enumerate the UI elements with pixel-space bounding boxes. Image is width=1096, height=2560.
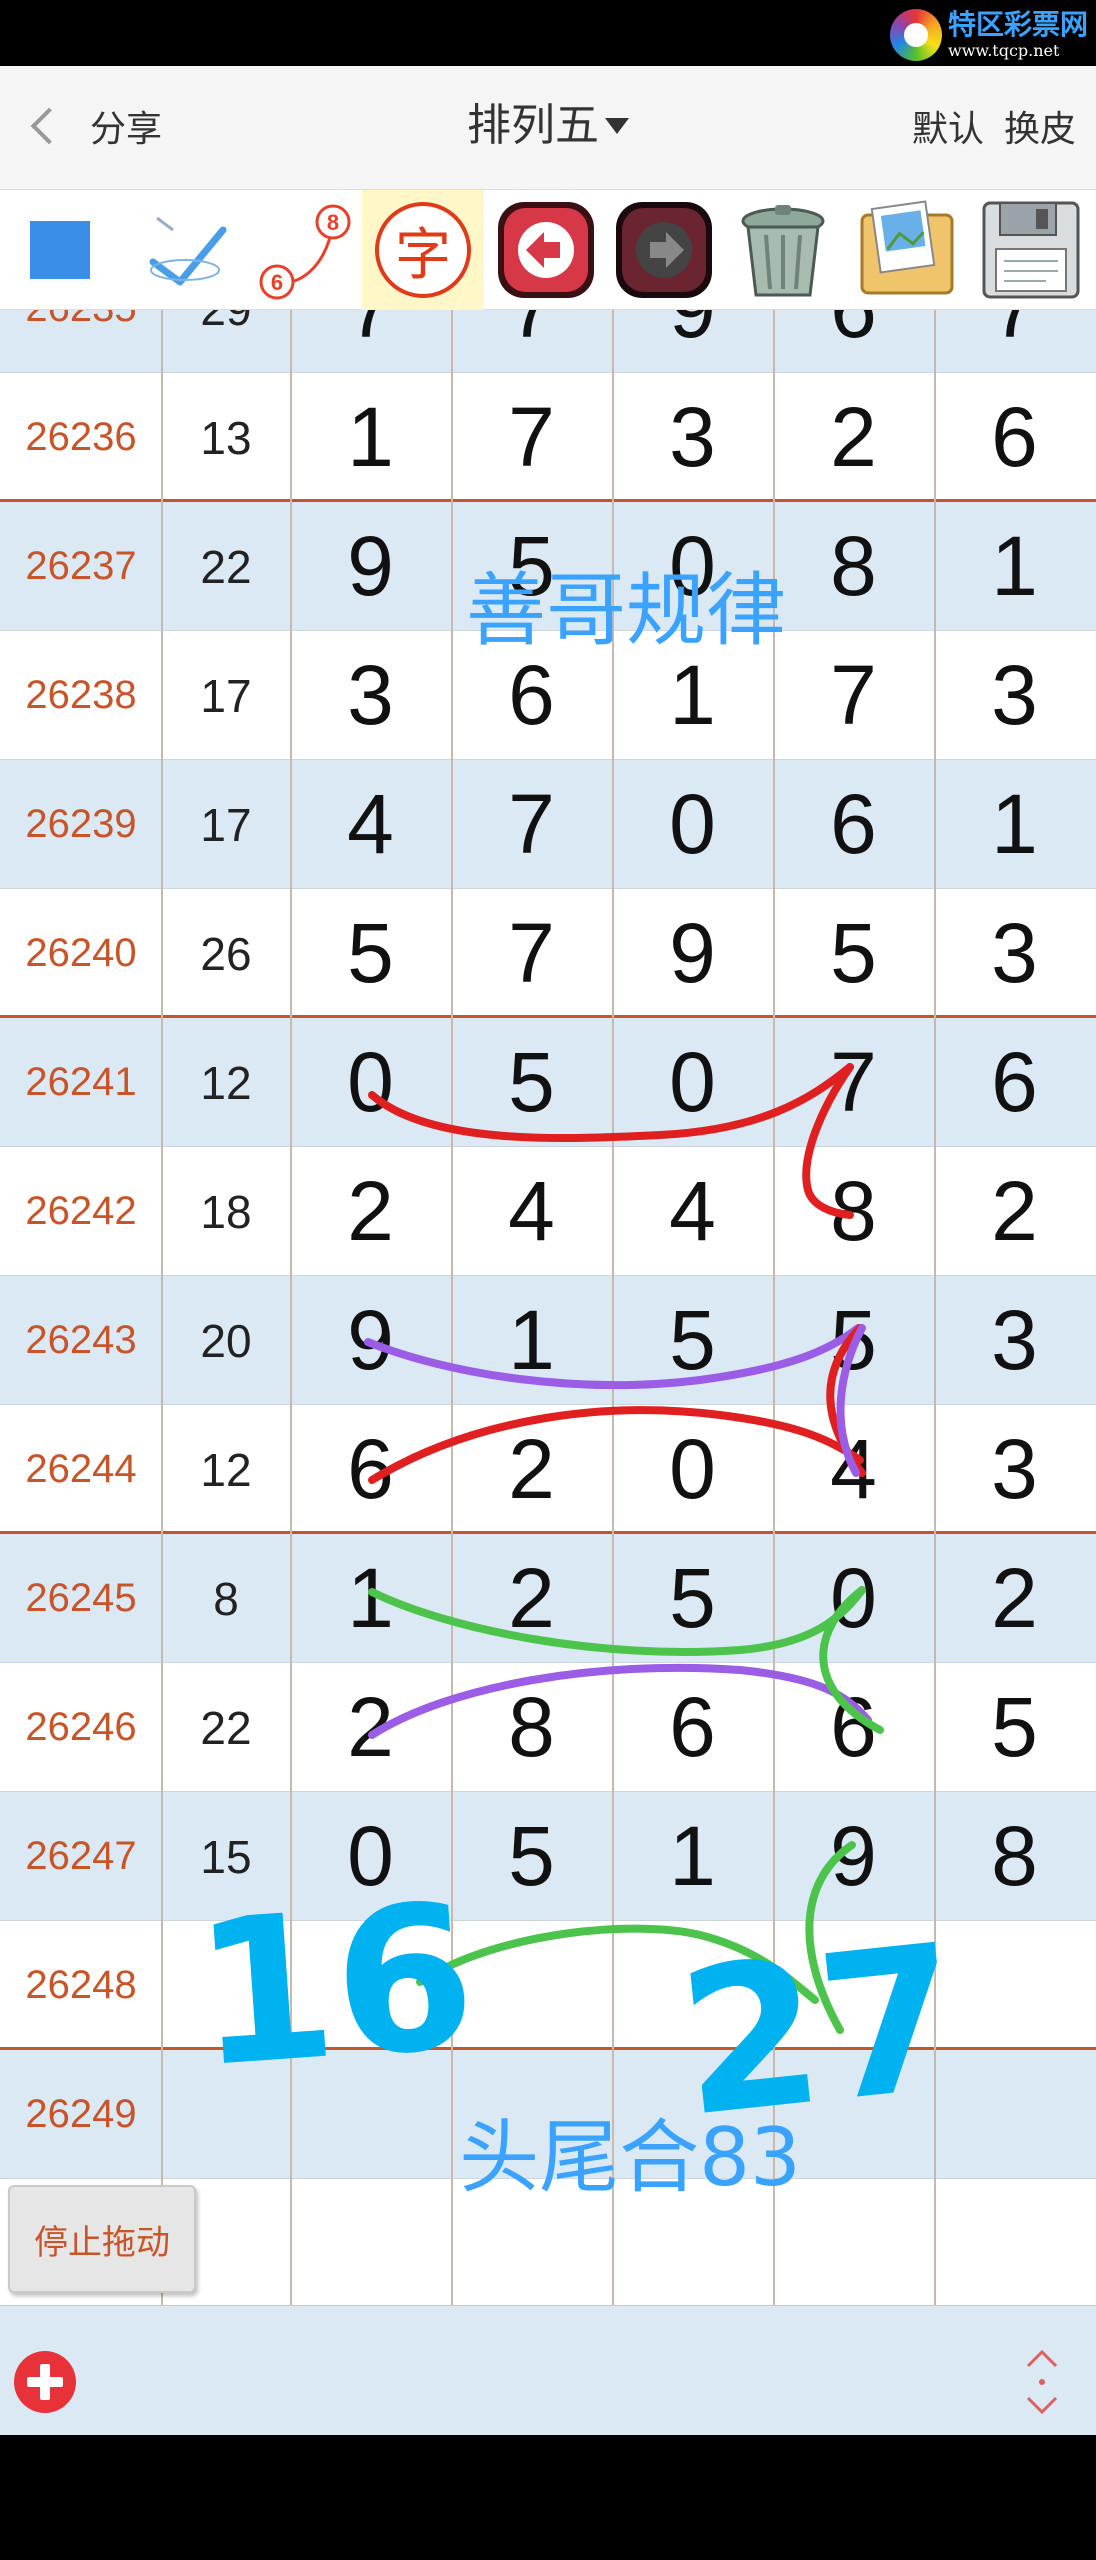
redo-arrow-icon [616, 202, 712, 298]
badge-top: 8 [327, 210, 339, 235]
status-bar: 特区彩票网 www.tqcp.net [0, 0, 1096, 66]
checkmark-pen-icon [149, 216, 227, 286]
drawing-toolbar: 8 6 字 [0, 190, 1096, 310]
nav-bar: 分享 排列五 默认 换皮 [0, 66, 1096, 190]
share-label: 分享 [90, 109, 163, 150]
nav-actions: 默认 换皮 [912, 96, 1076, 156]
chevron-left-icon [30, 107, 68, 145]
green-arrow-stroke [368, 1586, 866, 1656]
vertical-resize-icon[interactable] [1022, 2346, 1062, 2418]
navigation-bar-area [0, 2435, 1096, 2560]
badge-bottom: 6 [271, 270, 283, 295]
photo-gallery-icon [860, 200, 954, 295]
triangle-down-icon [605, 118, 629, 134]
watermark-logo-icon [890, 9, 942, 61]
stop-drag-button[interactable]: 停止拖动 [8, 2185, 196, 2293]
default-button[interactable]: 默认 [912, 100, 984, 152]
drawing-overlay: 善哥规律 16 27 头尾合83 [188, 564, 971, 2204]
green-arrow-stroke [819, 1586, 884, 1734]
color-picker-button[interactable] [0, 190, 120, 310]
handwritten-number-left: 16 [188, 1861, 482, 2113]
circle-link-button[interactable]: 8 6 [255, 190, 355, 310]
undo-arrow-icon [498, 202, 594, 298]
page-title: 排列五 [467, 100, 599, 151]
save-button[interactable] [970, 190, 1092, 310]
color-swatch-icon [30, 221, 90, 279]
undo-button[interactable] [490, 190, 602, 310]
watermark-title: 特区彩票网 [948, 8, 1089, 41]
trash-button[interactable] [724, 190, 842, 310]
watermark-text: 特区彩票网 www.tqcp.net [948, 11, 1088, 59]
red-arrow-stroke [368, 1063, 854, 1142]
circle-connect-icon: 8 6 [259, 204, 351, 300]
lottery-type-selector[interactable]: 排列五 [467, 96, 629, 156]
annotation-title: 善哥规律 [466, 564, 786, 657]
trash-can-icon [741, 205, 825, 297]
change-skin-button[interactable]: 换皮 [1004, 100, 1076, 152]
back-button[interactable]: 分享 [28, 96, 162, 156]
redo-button[interactable] [608, 190, 720, 310]
annotation-footer: 头尾合83 [459, 2111, 801, 2204]
add-row-button[interactable] [14, 2351, 76, 2413]
watermark: 特区彩票网 www.tqcp.net [890, 6, 1090, 64]
floppy-disk-icon [982, 201, 1080, 299]
bottom-bar [0, 2305, 1096, 2435]
text-tool-glyph: 字 [395, 222, 451, 288]
purple-arrow-stroke [368, 1663, 872, 1739]
pen-tool-button[interactable] [140, 190, 250, 310]
purple-arrow-stroke [364, 1324, 862, 1390]
watermark-url: www.tqcp.net [948, 41, 1060, 60]
text-tool-button[interactable]: 字 [362, 190, 484, 310]
gallery-button[interactable] [846, 190, 968, 310]
text-tool-icon: 字 [375, 202, 471, 298]
red-arrow-stroke [368, 1406, 864, 1484]
